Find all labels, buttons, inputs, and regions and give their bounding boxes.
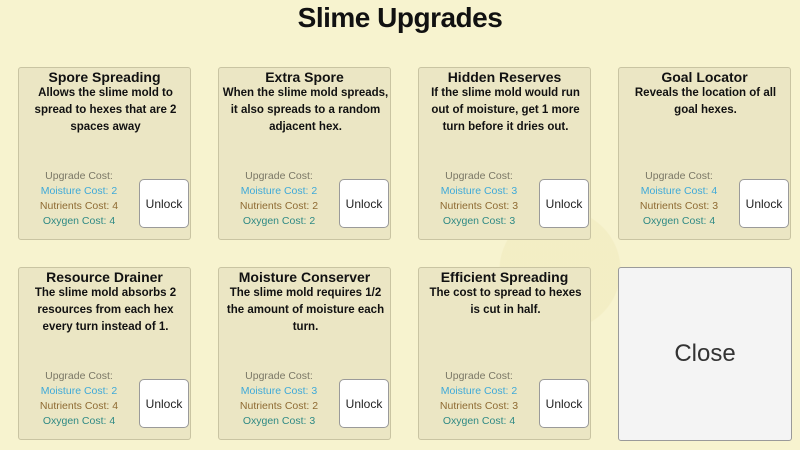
- moisture-cost: Moisture Cost: 3: [440, 185, 518, 197]
- upgrade-card-extra-spore: Extra Spore When the slime mold spreads,…: [218, 67, 391, 240]
- desc-line: out of moisture, get 1 more: [431, 104, 580, 116]
- desc-line: The cost to spread to hexes: [429, 287, 582, 299]
- cost-header: Upgrade Cost:: [245, 170, 313, 182]
- cost-header: Upgrade Cost:: [445, 170, 513, 182]
- desc-line: is cut in half.: [470, 304, 541, 316]
- nutrients-cost: Nutrients Cost: 3: [439, 200, 519, 212]
- oxygen-cost: Oxygen Cost: 3: [242, 415, 316, 427]
- desc-line: If the slime mold would run: [431, 87, 580, 99]
- upgrade-name: Goal Locator: [661, 69, 748, 85]
- nutrients-cost: Nutrients Cost: 2: [239, 200, 319, 212]
- nutrients-cost: Nutrients Cost: 3: [439, 400, 519, 412]
- upgrade-description: The cost to spread to hexes is cut in ha…: [421, 285, 590, 319]
- upgrade-description: Reveals the location of all goal hexes.: [621, 85, 790, 119]
- unlock-button[interactable]: Unlock: [139, 179, 189, 228]
- upgrade-description: Allows the slime mold to spread to hexes…: [21, 85, 190, 136]
- unlock-button[interactable]: Unlock: [139, 379, 189, 428]
- unlock-button[interactable]: Unlock: [339, 379, 389, 428]
- desc-line: adjacent hex.: [269, 121, 342, 133]
- upgrade-description: If the slime mold would run out of moist…: [421, 85, 590, 136]
- upgrade-card-hidden-reserves: Hidden Reserves If the slime mold would …: [418, 67, 591, 240]
- upgrade-costs: Upgrade Cost: Moisture Cost: 2 Nutrients…: [19, 169, 139, 229]
- unlock-button[interactable]: Unlock: [539, 179, 589, 228]
- upgrade-card-goal-locator: Goal Locator Reveals the location of all…: [618, 67, 791, 240]
- upgrade-description: The slime mold requires 1/2 the amount o…: [221, 285, 390, 336]
- upgrade-card-efficient-spreading: Efficient Spreading The cost to spread t…: [418, 267, 591, 440]
- nutrients-cost: Nutrients Cost: 2: [239, 400, 319, 412]
- desc-line: goal hexes.: [674, 104, 737, 116]
- nutrients-cost: Nutrients Cost: 4: [39, 400, 119, 412]
- desc-line: The slime mold requires 1/2: [229, 287, 382, 299]
- upgrade-card-resource-drainer: Resource Drainer The slime mold absorbs …: [18, 267, 191, 440]
- desc-line: spread to hexes that are 2: [34, 104, 177, 116]
- moisture-cost: Moisture Cost: 2: [40, 185, 118, 197]
- unlock-button[interactable]: Unlock: [739, 179, 789, 228]
- cost-header: Upgrade Cost:: [45, 170, 113, 182]
- nutrients-cost: Nutrients Cost: 4: [39, 200, 119, 212]
- cost-header: Upgrade Cost:: [445, 370, 513, 382]
- page-title: Slime Upgrades: [297, 2, 503, 33]
- upgrade-name: Efficient Spreading: [440, 269, 569, 285]
- oxygen-cost: Oxygen Cost: 2: [242, 215, 316, 227]
- upgrade-costs: Upgrade Cost: Moisture Cost: 3 Nutrients…: [219, 369, 339, 429]
- upgrade-name: Moisture Conserver: [238, 269, 371, 285]
- upgrade-costs: Upgrade Cost: Moisture Cost: 2 Nutrients…: [219, 169, 339, 229]
- unlock-button[interactable]: Unlock: [339, 179, 389, 228]
- upgrade-description: The slime mold absorbs 2 resources from …: [21, 285, 190, 336]
- upgrade-costs: Upgrade Cost: Moisture Cost: 3 Nutrients…: [419, 169, 539, 229]
- upgrade-costs: Upgrade Cost: Moisture Cost: 2 Nutrients…: [19, 369, 139, 429]
- nutrients-cost: Nutrients Cost: 3: [639, 200, 719, 212]
- moisture-cost: Moisture Cost: 2: [440, 385, 518, 397]
- close-button[interactable]: Close: [618, 267, 792, 441]
- upgrade-card-moisture-conserver: Moisture Conserver The slime mold requir…: [218, 267, 391, 440]
- desc-line: Reveals the location of all: [634, 87, 777, 99]
- upgrade-costs: Upgrade Cost: Moisture Cost: 2 Nutrients…: [419, 369, 539, 429]
- desc-line: it also spreads to a random: [230, 104, 381, 116]
- upgrade-card-spore-spreading: Spore Spreading Allows the slime mold to…: [18, 67, 191, 240]
- unlock-button[interactable]: Unlock: [539, 379, 589, 428]
- upgrade-name: Spore Spreading: [48, 69, 161, 85]
- oxygen-cost: Oxygen Cost: 4: [642, 215, 716, 227]
- moisture-cost: Moisture Cost: 2: [40, 385, 118, 397]
- moisture-cost: Moisture Cost: 3: [240, 385, 318, 397]
- oxygen-cost: Oxygen Cost: 4: [442, 415, 516, 427]
- upgrade-name: Hidden Reserves: [447, 69, 562, 85]
- desc-line: The slime mold absorbs 2: [34, 287, 177, 299]
- desc-line: Allows the slime mold to: [38, 87, 173, 99]
- desc-line: turn before it dries out.: [442, 121, 569, 133]
- desc-line: spaces away: [70, 121, 141, 133]
- upgrade-description: When the slime mold spreads, it also spr…: [221, 85, 390, 136]
- moisture-cost: Moisture Cost: 2: [240, 185, 318, 197]
- upgrade-costs: Upgrade Cost: Moisture Cost: 4 Nutrients…: [619, 169, 739, 229]
- desc-line: turn.: [292, 321, 319, 333]
- desc-line: the amount of moisture each: [226, 304, 385, 316]
- moisture-cost: Moisture Cost: 4: [640, 185, 718, 197]
- oxygen-cost: Oxygen Cost: 4: [42, 215, 116, 227]
- oxygen-cost: Oxygen Cost: 3: [442, 215, 516, 227]
- cost-header: Upgrade Cost:: [45, 370, 113, 382]
- cost-header: Upgrade Cost:: [645, 170, 713, 182]
- desc-line: every turn instead of 1.: [42, 321, 169, 333]
- desc-line: resources from each hex: [37, 304, 174, 316]
- cost-header: Upgrade Cost:: [245, 370, 313, 382]
- desc-line: When the slime mold spreads,: [222, 87, 389, 99]
- upgrade-name: Extra Spore: [265, 69, 344, 85]
- oxygen-cost: Oxygen Cost: 4: [42, 415, 116, 427]
- upgrade-name: Resource Drainer: [46, 269, 163, 285]
